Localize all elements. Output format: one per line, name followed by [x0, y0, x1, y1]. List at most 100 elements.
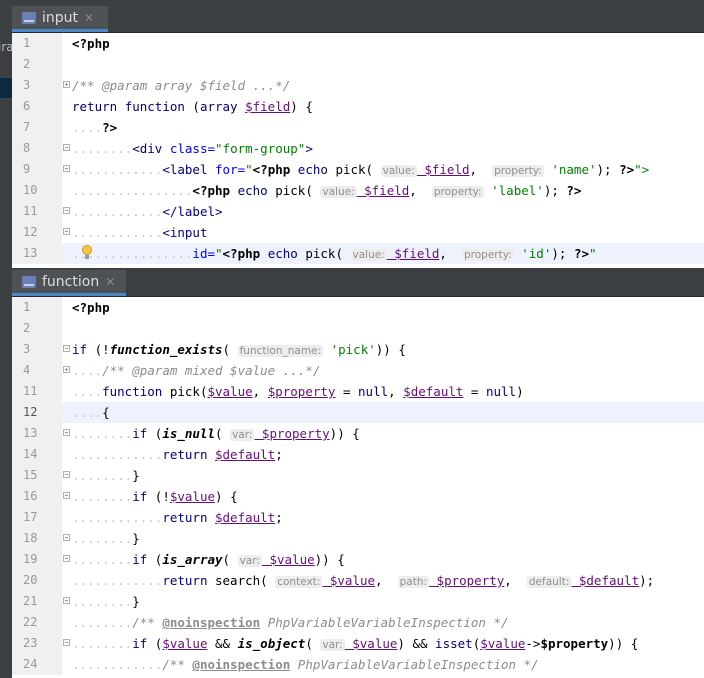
code-line[interactable]: 1 <?php — [12, 297, 704, 318]
code-line[interactable]: 19 ........if (is_array( var: $value)) { — [12, 549, 704, 570]
code-line[interactable]: 11 ............</label> — [12, 201, 704, 222]
close-icon[interactable]: ✕ — [105, 275, 115, 289]
code-token: array — [199, 99, 246, 114]
line-number: 10 — [12, 180, 62, 201]
code-token: ........ — [72, 615, 133, 630]
fold-collapse-icon[interactable] — [63, 555, 70, 562]
parameter-hint: var: — [230, 429, 255, 441]
fold-collapse-icon[interactable] — [63, 429, 70, 436]
code-token: $value — [480, 636, 526, 651]
tab-function[interactable]: function ✕ — [12, 270, 126, 296]
code-token: ( — [222, 552, 238, 567]
code-token: ........ — [72, 636, 133, 651]
code-token: $property — [267, 384, 336, 399]
parameter-hint: value: — [350, 249, 387, 261]
parameter-hint: context: — [275, 576, 323, 588]
code-token: , — [375, 573, 398, 588]
code-token: PhpVariableVariableInspection */ — [260, 615, 509, 630]
fold-expand-icon[interactable] — [63, 366, 70, 373]
code-line[interactable]: 11 ....function pick($value, $property = … — [12, 381, 704, 402]
parameter-hint: var: — [320, 639, 345, 651]
code-token: echo — [297, 162, 336, 177]
left-panel-edge: ira — [0, 0, 12, 678]
code-line[interactable]: 17 ............return $default; — [12, 507, 704, 528]
code-line[interactable]: 3 /** @param array $field ...*/ — [12, 75, 704, 96]
code-line[interactable]: 3 if (!function_exists( function_name: 'p… — [12, 339, 704, 360]
code-token: .... — [72, 384, 103, 399]
fold-collapse-icon[interactable] — [63, 228, 70, 235]
code-line[interactable]: 9 ............<label for="<?php echo pick… — [12, 159, 704, 180]
code-token: , — [439, 246, 462, 261]
code-line[interactable]: 13 ........if (is_null( var: $property)) … — [12, 423, 704, 444]
code-token: $default — [571, 573, 640, 588]
fold-collapse-icon[interactable] — [63, 534, 70, 541]
code-token: ; — [275, 510, 283, 525]
tab-input[interactable]: input ✕ — [12, 6, 108, 32]
code-token: <?php — [222, 246, 268, 261]
code-text: ............<input — [72, 222, 207, 243]
code-token: )) { — [314, 552, 345, 567]
close-icon[interactable]: ✕ — [84, 11, 94, 25]
code-token: $default — [215, 447, 276, 462]
fold-collapse-icon[interactable] — [63, 597, 70, 604]
code-token: , — [409, 183, 432, 198]
line-number: 18 — [12, 528, 62, 549]
code-line[interactable]: 18........} — [12, 528, 704, 549]
code-line[interactable]: 16 ........if (!$value) { — [12, 486, 704, 507]
code-token: @noinspection — [192, 657, 291, 672]
code-token: function — [102, 384, 170, 399]
line-number: 12 — [12, 402, 62, 423]
code-line[interactable]: 13 ................id="<?php echo pick( v… — [12, 243, 704, 264]
code-line[interactable]: 24 ............/** @noinspection PhpVaria… — [12, 654, 704, 675]
code-line[interactable]: 10 ................<?php echo pick( value… — [12, 180, 704, 201]
code-line[interactable]: 2 — [12, 54, 704, 75]
code-token: $value — [162, 636, 208, 651]
code-token: ); — [543, 183, 567, 198]
code-token: ) { — [290, 99, 313, 114]
fold-collapse-icon[interactable] — [63, 492, 70, 499]
code-line[interactable]: 12 ............<input — [12, 222, 704, 243]
code-text: ........} — [72, 465, 140, 486]
code-token: if — [132, 552, 155, 567]
fold-collapse-icon[interactable] — [63, 165, 70, 172]
code-text: <?php — [72, 33, 110, 54]
code-text: ........<div class="form-group"> — [72, 138, 313, 159]
code-line[interactable]: 2 — [12, 318, 704, 339]
code-token: ?> — [619, 162, 635, 177]
fold-expand-icon[interactable] — [63, 81, 70, 88]
line-number: 13 — [12, 423, 62, 444]
fold-collapse-icon[interactable] — [63, 471, 70, 478]
code-line[interactable]: 6 return function (array $field) { — [12, 96, 704, 117]
code-line[interactable]: 23 ........if ($value && is_object( var: … — [12, 633, 704, 654]
fold-collapse-icon[interactable] — [63, 639, 70, 646]
code-line[interactable]: 21........} — [12, 591, 704, 612]
tab-bar: function ✕ — [12, 270, 704, 297]
code-line[interactable]: 8 ........<div class="form-group"> — [12, 138, 704, 159]
code-line[interactable]: 4 ..../** @param mixed $value ...*/ — [12, 360, 704, 381]
code-token: <?php — [192, 183, 238, 198]
line-number: 19 — [12, 549, 62, 570]
code-line[interactable]: 15........} — [12, 465, 704, 486]
code-token: if — [132, 636, 155, 651]
code-editor[interactable]: 1 <?php 2 3 /** @param array $field ...*/ 6 re… — [12, 33, 704, 264]
code-text: /** @param array $field ...*/ — [72, 75, 290, 96]
fold-collapse-icon[interactable] — [63, 345, 70, 352]
code-token: return — [162, 510, 215, 525]
fold-collapse-icon[interactable] — [63, 144, 70, 151]
php-file-icon — [22, 11, 36, 24]
code-token: @noinspection — [162, 615, 261, 630]
code-token: if — [132, 489, 155, 504]
code-token: ?> — [102, 120, 118, 135]
code-line[interactable]: 7 ....?> — [12, 117, 704, 138]
code-line[interactable]: 12 ....{ — [12, 402, 704, 423]
code-line[interactable]: 14 ............return $default; — [12, 444, 704, 465]
code-line[interactable]: 20 ............return search( context: $v… — [12, 570, 704, 591]
code-editor[interactable]: 1 <?php 2 3 if (!function_exists( function_n… — [12, 297, 704, 675]
code-line[interactable]: 22 ......../** @noinspection PhpVariableV… — [12, 612, 704, 633]
fold-collapse-icon[interactable] — [63, 207, 70, 214]
code-line[interactable]: 1 <?php — [12, 33, 704, 54]
code-token: ................ — [72, 183, 193, 198]
code-text: ................<?php echo pick( value: … — [72, 180, 581, 203]
code-token: ........ — [72, 531, 133, 546]
code-token: )) { — [329, 426, 360, 441]
